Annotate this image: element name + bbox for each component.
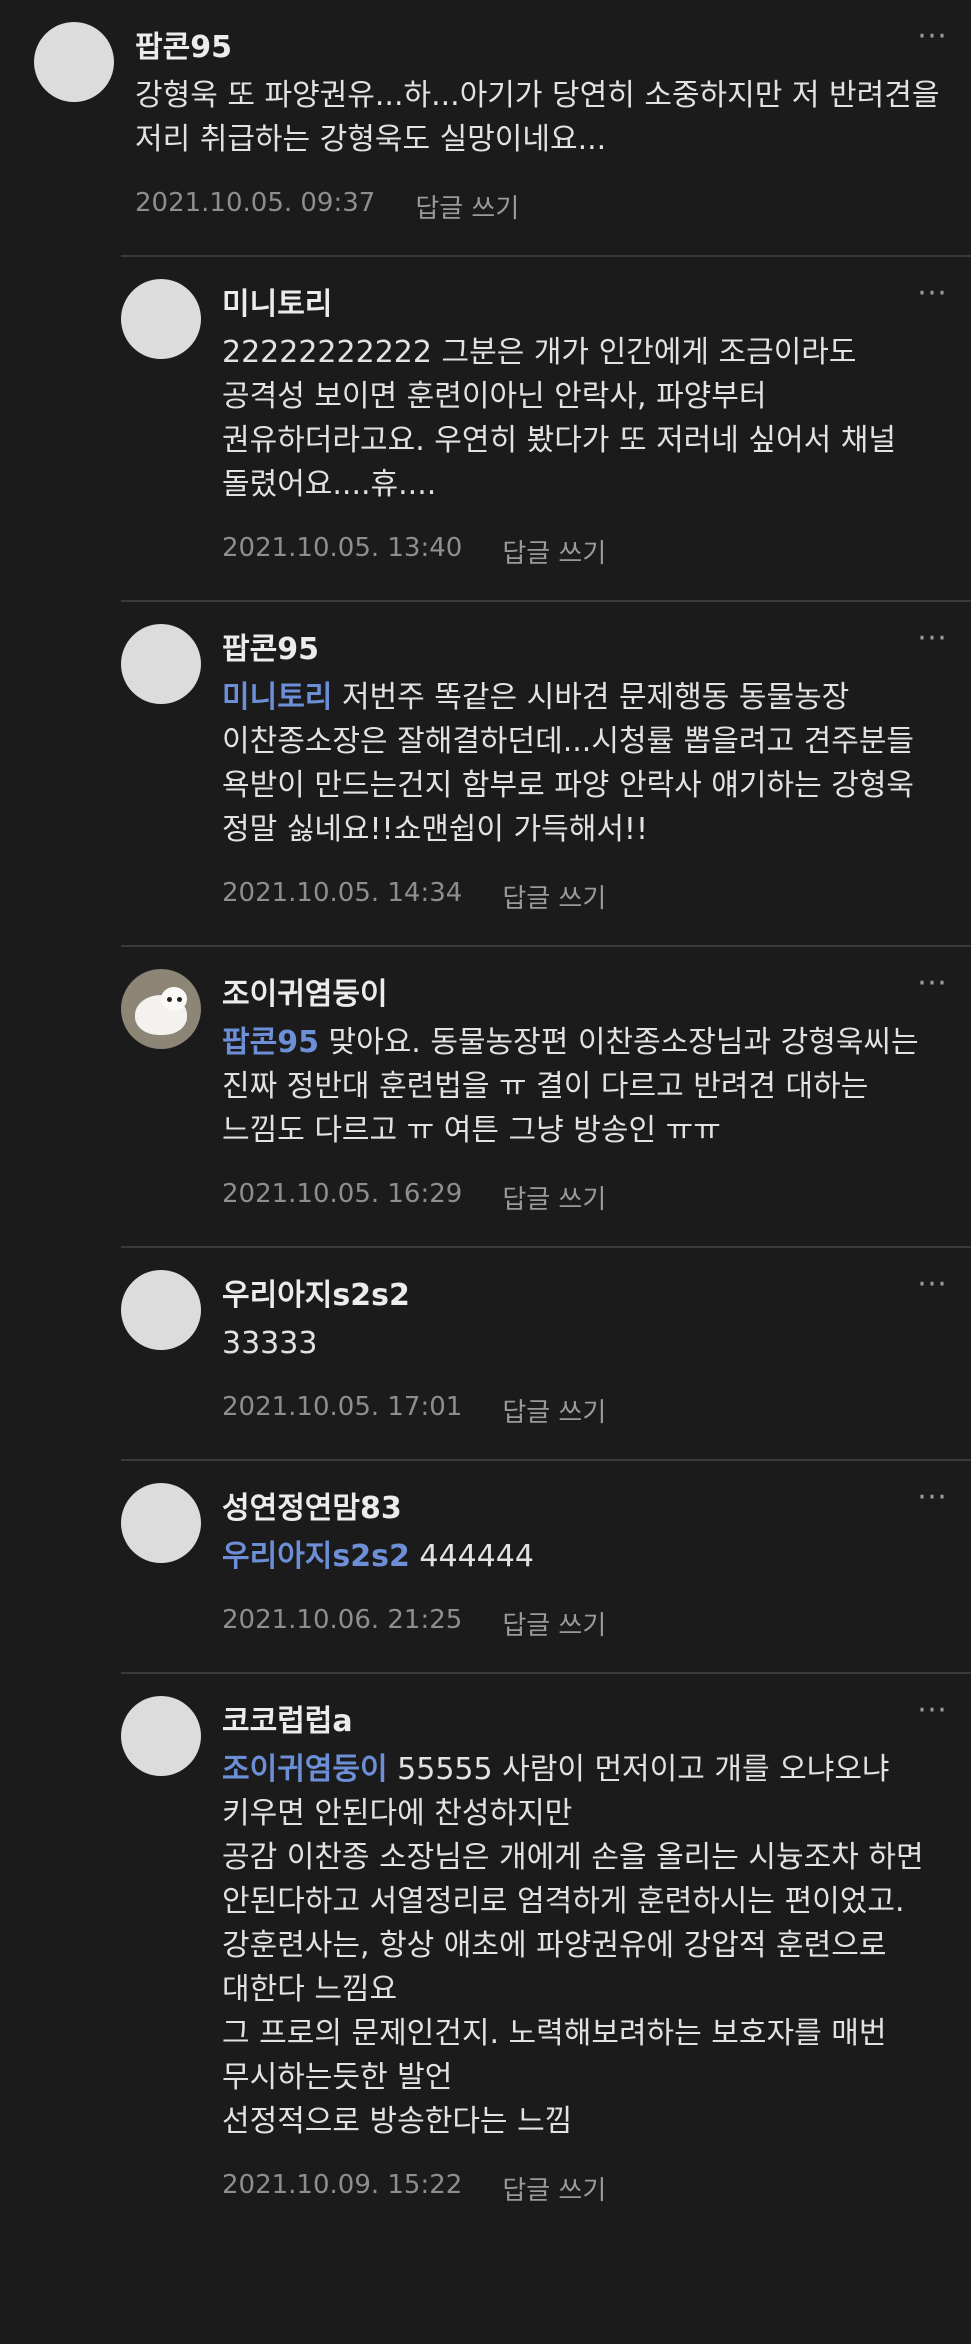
reply-button[interactable]: 답글 쓰기 (502, 2170, 606, 2207)
more-options-icon[interactable]: ⋯ (917, 1269, 949, 1299)
comment-item: ⋯ 성연정연맘83 우리아지s2s2 444444 2021.10.06. 21… (0, 1461, 971, 1672)
mention-link[interactable]: 팝콘95 (222, 1025, 319, 1060)
comment-date: 2021.10.05. 14:34 (222, 878, 463, 908)
mention-link[interactable]: 우리아지s2s2 (222, 1539, 410, 1574)
comment-author[interactable]: 우리아지s2s2 (222, 1278, 941, 1314)
comment-author[interactable]: 미니토리 (222, 287, 941, 323)
comment-author[interactable]: 성연정연맘83 (222, 1491, 941, 1527)
reply-button[interactable]: 답글 쓰기 (502, 1179, 606, 1216)
comment-text: 우리아지s2s2 444444 (222, 1535, 941, 1579)
avatar[interactable] (121, 1696, 201, 1776)
more-options-icon[interactable]: ⋯ (917, 21, 949, 51)
comment-item: ⋯ 미니토리 22222222222 그분은 개가 인간에게 조금이라도 공격성… (0, 257, 971, 600)
comment-date: 2021.10.05. 16:29 (222, 1179, 463, 1209)
comment-date: 2021.10.09. 15:22 (222, 2170, 463, 2200)
more-options-icon[interactable]: ⋯ (917, 1695, 949, 1725)
avatar[interactable] (121, 1483, 201, 1563)
comment-text: 팝콘95 맞아요. 동물농장편 이찬종소장님과 강형욱씨는 진짜 정반대 훈련법… (222, 1021, 941, 1153)
avatar[interactable] (121, 969, 201, 1049)
comment-date: 2021.10.06. 21:25 (222, 1605, 463, 1635)
reply-button[interactable]: 답글 쓰기 (415, 188, 519, 225)
comment-content: 맞아요. 동물농장편 이찬종소장님과 강형욱씨는 진짜 정반대 훈련법을 ㅠ 결… (222, 1025, 929, 1148)
comment-author[interactable]: 조이귀염둥이 (222, 977, 941, 1013)
avatar[interactable] (121, 1270, 201, 1350)
comment-item: ⋯ 팝콘95 강형욱 또 파양권유...하...아기가 당연히 소중하지만 저 … (0, 0, 971, 255)
comment-content: 강형욱 또 파양권유...하...아기가 당연히 소중하지만 저 반려견을 저리… (135, 78, 949, 157)
comment-item: ⋯ 팝콘95 미니토리 저번주 똑같은 시바견 문제행동 동물농장 이찬종소장은… (0, 602, 971, 945)
comment-text: 미니토리 저번주 똑같은 시바견 문제행동 동물농장 이찬종소장은 잘해결하던데… (222, 676, 941, 852)
comment-author[interactable]: 코코럽럽a (222, 1704, 941, 1740)
reply-button[interactable]: 답글 쓰기 (502, 878, 606, 915)
comment-date: 2021.10.05. 13:40 (222, 533, 463, 563)
more-options-icon[interactable]: ⋯ (917, 968, 949, 998)
avatar[interactable] (121, 624, 201, 704)
more-options-icon[interactable]: ⋯ (917, 1482, 949, 1512)
comment-content: 22222222222 그분은 개가 인간에게 조금이라도 공격성 보이면 훈련… (222, 335, 906, 502)
more-options-icon[interactable]: ⋯ (917, 278, 949, 308)
mention-link[interactable]: 조이귀염둥이 (222, 1752, 388, 1787)
mention-link[interactable]: 미니토리 (222, 680, 332, 715)
comment-item: ⋯ 코코럽럽a 조이귀염둥이 55555 사람이 먼저이고 개를 오냐오냐 키우… (0, 1674, 971, 2237)
avatar[interactable] (121, 279, 201, 359)
comment-item: ⋯ 우리아지s2s2 33333 2021.10.05. 17:01 답글 쓰기 (0, 1248, 971, 1459)
comment-text: 22222222222 그분은 개가 인간에게 조금이라도 공격성 보이면 훈련… (222, 331, 941, 507)
comment-author[interactable]: 팝콘95 (135, 30, 941, 66)
comment-author[interactable]: 팝콘95 (222, 632, 941, 668)
comment-text: 33333 (222, 1322, 941, 1366)
comment-list: ⋯ 팝콘95 강형욱 또 파양권유...하...아기가 당연히 소중하지만 저 … (0, 0, 971, 2237)
reply-button[interactable]: 답글 쓰기 (502, 1392, 606, 1429)
comment-item: ⋯ 조이귀염둥이 팝콘95 맞아요. 동물농장편 이찬종소장님과 강형욱씨는 진… (0, 947, 971, 1246)
comment-text: 조이귀염둥이 55555 사람이 먼저이고 개를 오냐오냐 키우면 안된다에 찬… (222, 1748, 941, 2144)
comment-date: 2021.10.05. 17:01 (222, 1392, 463, 1422)
comment-content: 444444 (409, 1539, 534, 1574)
comment-date: 2021.10.05. 09:37 (135, 188, 376, 218)
comment-content: 55555 사람이 먼저이고 개를 오냐오냐 키우면 안된다에 찬성하지만 공감… (222, 1752, 924, 2139)
more-options-icon[interactable]: ⋯ (917, 623, 949, 653)
comment-content: 33333 (222, 1326, 318, 1361)
avatar[interactable] (34, 22, 114, 102)
reply-button[interactable]: 답글 쓰기 (502, 1605, 606, 1642)
reply-button[interactable]: 답글 쓰기 (502, 533, 606, 570)
comment-text: 강형욱 또 파양권유...하...아기가 당연히 소중하지만 저 반려견을 저리… (135, 74, 941, 162)
